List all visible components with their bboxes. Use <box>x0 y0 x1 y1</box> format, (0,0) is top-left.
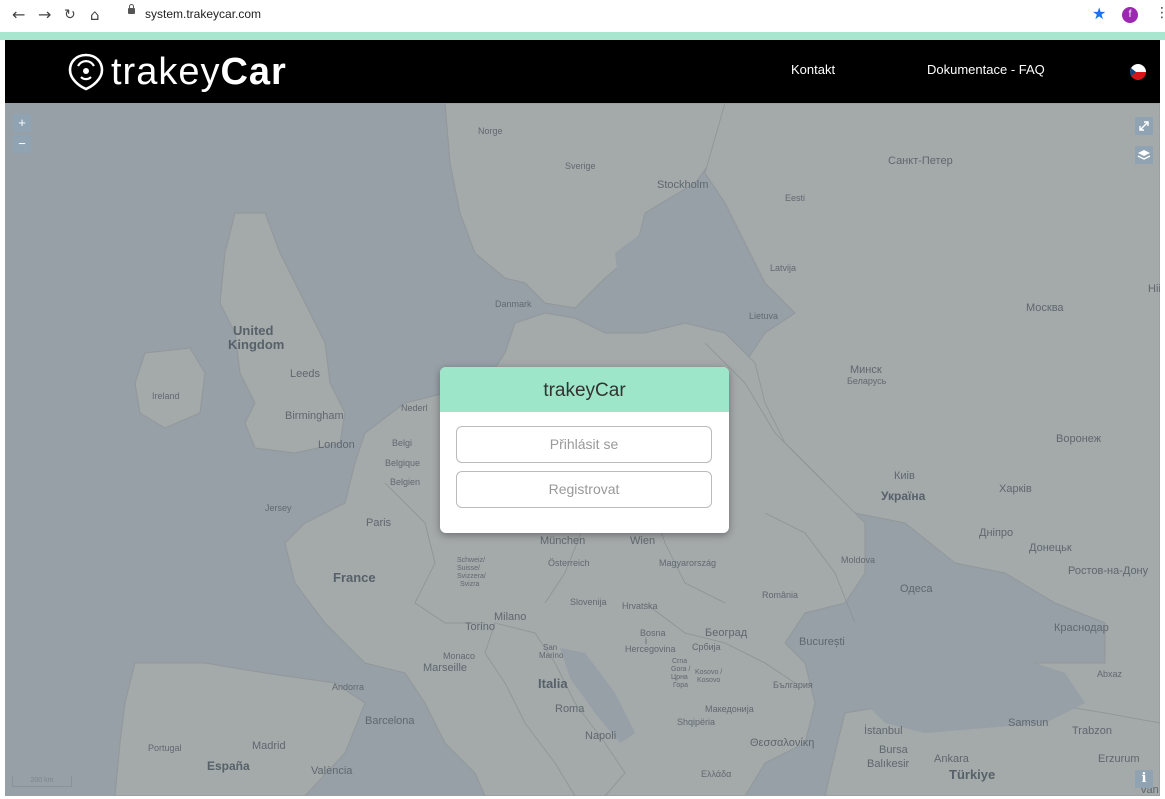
logo-text-light: trakey <box>111 51 221 93</box>
profile-avatar[interactable]: f <box>1122 7 1138 23</box>
address-bar[interactable]: system.trakeycar.com <box>145 7 261 21</box>
logo-text: trakeyCar <box>111 52 287 92</box>
nav-link-faq[interactable]: Dokumentace - FAQ <box>927 62 1045 77</box>
info-button[interactable]: i <box>1135 770 1153 788</box>
bookmark-star-icon[interactable]: ★ <box>1092 4 1106 23</box>
expand-icon <box>1139 121 1149 131</box>
accent-strip <box>0 32 1165 40</box>
browser-toolbar: ← → ↻ ⌂ system.trakeycar.com ★ f ⋮ <box>0 0 1165 32</box>
login-dialog: trakeyCar Přihlásit se Registrovat <box>440 367 729 533</box>
map-scale: 200 km <box>12 776 72 787</box>
zoom-out-button[interactable]: − <box>13 135 31 153</box>
layers-icon <box>1137 150 1151 160</box>
home-icon[interactable]: ⌂ <box>90 6 100 24</box>
logo-text-bold: Car <box>220 51 287 93</box>
layers-button[interactable] <box>1135 146 1153 164</box>
forward-arrow-icon[interactable]: → <box>38 6 51 24</box>
site-header: trakeyCar Kontakt Dokumentace - FAQ <box>5 40 1160 103</box>
nav-link-kontakt[interactable]: Kontakt <box>791 62 835 77</box>
language-flag-icon[interactable] <box>1130 64 1146 80</box>
dialog-title: trakeyCar <box>440 367 729 412</box>
browser-menu-icon[interactable]: ⋮ <box>1155 5 1165 21</box>
back-arrow-icon[interactable]: ← <box>12 6 25 24</box>
zoom-in-button[interactable]: + <box>13 114 31 132</box>
reload-icon[interactable]: ↻ <box>64 6 76 24</box>
register-button[interactable]: Registrovat <box>456 471 712 508</box>
logo-pin-icon <box>68 53 104 91</box>
login-button[interactable]: Přihlásit se <box>456 426 712 463</box>
fullscreen-button[interactable] <box>1135 117 1153 135</box>
lock-icon <box>128 4 135 14</box>
